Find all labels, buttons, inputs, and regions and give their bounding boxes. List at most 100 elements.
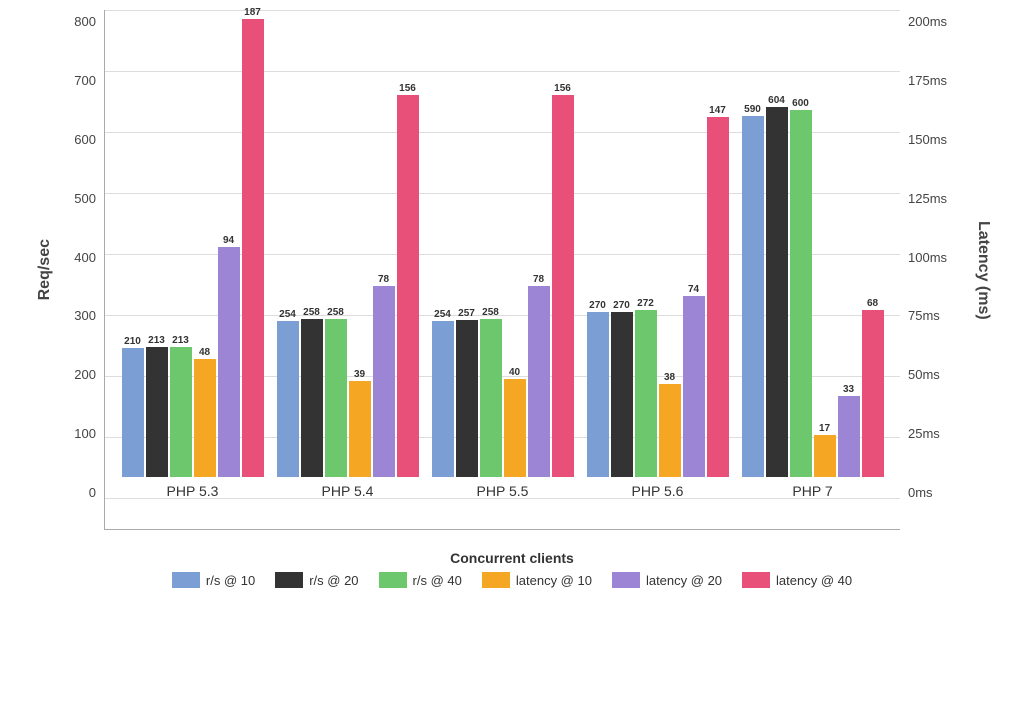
groups-container: 2102132134894187PHP 5.32542582583978156P…: [105, 10, 900, 499]
bar-group: 590604600173368PHP 7: [742, 95, 884, 499]
y-tick-left: 0: [89, 485, 96, 500]
y-tick-right: 150ms: [908, 132, 947, 147]
bar-wrapper: 156: [397, 83, 419, 477]
bar-value: 147: [709, 105, 726, 116]
bar: [635, 310, 657, 477]
legend-color-swatch: [742, 572, 770, 588]
y-tick-left: 500: [74, 191, 96, 206]
bar-wrapper: 74: [683, 284, 705, 477]
legend-item: latency @ 40: [742, 572, 852, 588]
y-tick-right: 25ms: [908, 426, 940, 441]
bar-group: 2542582583978156PHP 5.4: [277, 83, 419, 499]
bar-value: 254: [279, 309, 296, 320]
group-label: PHP 5.4: [322, 483, 374, 499]
bar: [146, 347, 168, 477]
bar-wrapper: 68: [862, 298, 884, 477]
bar: [683, 296, 705, 477]
bar: [552, 95, 574, 477]
bar-wrapper: 213: [170, 335, 192, 477]
y-tick-right: 0ms: [908, 485, 933, 500]
bar: [218, 247, 240, 477]
group-label: PHP 5.6: [632, 483, 684, 499]
bar-group: 270 270 272 38 74 147 PHP 5.6: [587, 105, 729, 499]
y-axis-right: 0ms25ms50ms75ms100ms125ms150ms175ms200ms: [900, 10, 970, 530]
bar-wrapper: 78: [528, 274, 550, 477]
y-tick-right: 175ms: [908, 73, 947, 88]
y-tick-left: 100: [74, 426, 96, 441]
bar-wrapper: 270: [587, 300, 609, 477]
bar: [766, 107, 788, 477]
bar-value: 257: [458, 308, 475, 319]
bars: 2102132134894187: [122, 7, 264, 477]
legend-items: r/s @ 10 r/s @ 20 r/s @ 40 latency @ 10 late…: [172, 572, 852, 588]
bar: [659, 384, 681, 477]
bar-value: 33: [843, 384, 854, 395]
bar-wrapper: 38: [659, 372, 681, 477]
bar-value: 213: [172, 335, 189, 346]
legend-item-label: latency @ 20: [646, 573, 722, 588]
bar-value: 272: [637, 298, 654, 309]
bar-value: 74: [688, 284, 699, 295]
bar-wrapper: 254: [277, 309, 299, 477]
bar-wrapper: 258: [325, 307, 347, 477]
legend-item: r/s @ 40: [379, 572, 462, 588]
bars: 590604600173368: [742, 95, 884, 477]
bar-value: 590: [744, 104, 761, 115]
bar-value: 187: [244, 7, 261, 18]
bar-value: 38: [664, 372, 675, 383]
bar-value: 258: [482, 307, 499, 318]
legend-item-label: latency @ 40: [776, 573, 852, 588]
legend-item-label: r/s @ 20: [309, 573, 358, 588]
y-tick-right: 75ms: [908, 308, 940, 323]
bar-wrapper: 258: [301, 307, 323, 477]
y-tick-right: 125ms: [908, 191, 947, 206]
bar-wrapper: 604: [766, 95, 788, 477]
bar-value: 78: [533, 274, 544, 285]
y-tick-left: 800: [74, 14, 96, 29]
y-tick-right: 100ms: [908, 250, 947, 265]
bar-wrapper: 78: [373, 274, 395, 477]
legend-item-label: r/s @ 10: [206, 573, 255, 588]
bar: [397, 95, 419, 477]
bar: [742, 116, 764, 477]
bar: [277, 321, 299, 477]
legend-item-label: latency @ 10: [516, 573, 592, 588]
bar: [432, 321, 454, 477]
y-tick-left: 300: [74, 308, 96, 323]
bar-wrapper: 272: [635, 298, 657, 477]
bar-wrapper: 39: [349, 369, 371, 477]
bar: [611, 312, 633, 477]
bar-value: 78: [378, 274, 389, 285]
legend-item-label: r/s @ 40: [413, 573, 462, 588]
bar: [814, 435, 836, 477]
bar-value: 68: [867, 298, 878, 309]
bar: [242, 19, 264, 477]
bar: [587, 312, 609, 477]
bar: [528, 286, 550, 477]
legend-item: r/s @ 20: [275, 572, 358, 588]
y-tick-right: 200ms: [908, 14, 947, 29]
bar-group: 2542572584078156PHP 5.5: [432, 83, 574, 499]
bar: [373, 286, 395, 477]
bar-value: 270: [613, 300, 630, 311]
bar: [349, 381, 371, 477]
bar-wrapper: 210: [122, 336, 144, 477]
legend-color-swatch: [612, 572, 640, 588]
legend-title: Concurrent clients: [450, 550, 574, 566]
bar-wrapper: 600: [790, 98, 812, 478]
bar-wrapper: 33: [838, 384, 860, 477]
bar-wrapper: 257: [456, 308, 478, 477]
y-tick-left: 200: [74, 367, 96, 382]
bar-value: 600: [792, 98, 809, 109]
legend-color-swatch: [275, 572, 303, 588]
bar-wrapper: 40: [504, 367, 526, 477]
bar-wrapper: 254: [432, 309, 454, 477]
bar-value: 604: [768, 95, 785, 106]
chart-container: Req/sec 0100200300400500600700800 210213…: [32, 10, 992, 588]
bar-value: 258: [303, 307, 320, 318]
bar: [122, 348, 144, 477]
bars: 270 270 272 38 74 147: [587, 105, 729, 477]
y-axis-left-label: Req/sec: [32, 239, 54, 300]
legend-item: latency @ 10: [482, 572, 592, 588]
group-label: PHP 5.5: [477, 483, 529, 499]
